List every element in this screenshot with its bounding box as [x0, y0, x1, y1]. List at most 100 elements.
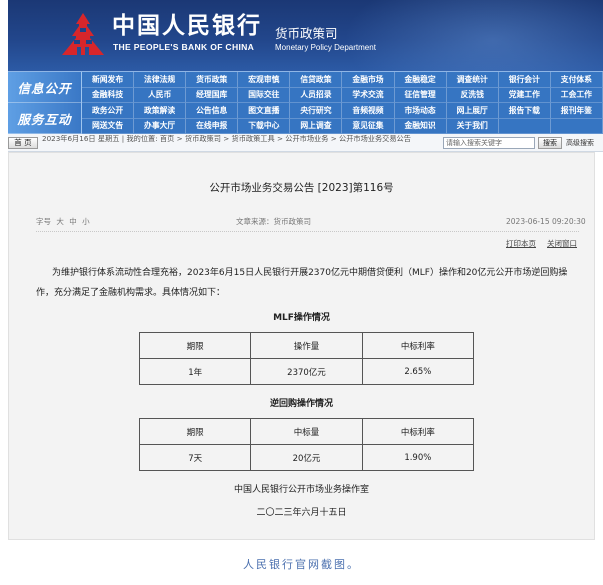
site-title-en: THE PEOPLE'S BANK OF CHINA	[113, 42, 255, 52]
image-caption: 人民银行官网截图。	[243, 558, 360, 571]
toolbar: 首 页 2023年6月16日 星期五 | 我的位置: 首页 > 货币政策司 > …	[8, 134, 603, 152]
article-panel: 公开市场业务交易公告 [2023]第116号 字号 大 中 小 文章来源：货币政…	[8, 152, 595, 540]
nav-item-trade-union[interactable]: 工会工作	[550, 87, 603, 103]
nav-item-bank-accounting[interactable]: 银行会计	[498, 72, 551, 88]
header-glow	[343, 0, 603, 71]
table-header-cell: 操作量	[250, 332, 363, 359]
advanced-search-link[interactable]: 高级搜索	[566, 138, 594, 148]
nav-empty-cell	[550, 118, 603, 134]
current-date: 2023年6月16日 星期五	[42, 135, 120, 143]
nav-item-government-affairs[interactable]: 政务公开	[82, 103, 135, 119]
article-signature: 中国人民银行公开市场业务操作室	[233, 485, 369, 495]
article-tools: 打印本页 关闭窗口	[506, 239, 577, 249]
nav-item-service-hall[interactable]: 办事大厅	[134, 118, 187, 134]
breadcrumb-item-open-market-announcements[interactable]: 公开市场业务交易公告	[339, 135, 411, 143]
breadcrumb-item-open-market[interactable]: 公开市场业务	[285, 135, 328, 143]
nav-item-credit-policy[interactable]: 信贷政策	[290, 72, 343, 88]
nav-item-financial-stability[interactable]: 金融稳定	[394, 72, 447, 88]
home-button[interactable]: 首 页	[8, 137, 38, 149]
nav-item-credit-reference[interactable]: 征信管理	[394, 87, 447, 103]
nav-item-payment-system[interactable]: 支付体系	[550, 72, 603, 88]
nav-item-international-exchange[interactable]: 国际交往	[238, 87, 291, 103]
nav-item-download-center[interactable]: 下载中心	[238, 118, 291, 134]
table-header-cell: 中标利率	[361, 332, 475, 359]
nav-item-laws-regulations[interactable]: 法律法规	[134, 72, 187, 88]
article-body: 为维护银行体系流动性合理充裕，2023年6月15日人民银行开展2370亿元中期借…	[36, 268, 568, 298]
table-cell: 7天	[138, 444, 252, 471]
breadcrumb-divider: |	[121, 135, 125, 143]
pboc-emblem-icon[interactable]	[60, 12, 106, 58]
close-window-link[interactable]: 关闭窗口	[547, 239, 577, 248]
department-title-cn: 货币政策司	[275, 26, 338, 41]
page: 中国人民银行 THE PEOPLE'S BANK OF CHINA 货币政策司 …	[0, 0, 603, 585]
nav-item-report-download[interactable]: 报告下载	[498, 103, 551, 119]
table-header-row: 期限 中标量 中标利率	[138, 418, 475, 445]
nav-item-financial-market[interactable]: 金融市场	[342, 72, 395, 88]
font-size-label: 字号	[36, 217, 51, 226]
table-row: 7天 20亿元 1.90%	[138, 444, 475, 471]
table-cell: 1年	[138, 358, 252, 385]
font-size-large[interactable]: 大	[56, 217, 64, 226]
font-size-small[interactable]: 小	[82, 217, 90, 226]
article-source-label: 文章来源：	[236, 217, 274, 226]
nav-item-audio-video[interactable]: 音频视频	[342, 103, 395, 119]
nav-item-online-survey[interactable]: 网上调查	[290, 118, 343, 134]
table-cell: 20亿元	[250, 444, 363, 471]
reverse-repo-table: 期限 中标量 中标利率 7天 20亿元 1.90%	[138, 418, 475, 471]
article-title: 公开市场业务交易公告 [2023]第116号	[209, 182, 394, 194]
breadcrumb-item-policy-tools[interactable]: 货币政策工具	[232, 135, 275, 143]
nav-item-rmb[interactable]: 人民币	[134, 87, 187, 103]
nav-item-monetary-policy[interactable]: 货币政策	[186, 72, 239, 88]
nav-item-pboc-research[interactable]: 央行研究	[290, 103, 343, 119]
site-header: 中国人民银行 THE PEOPLE'S BANK OF CHINA 货币政策司 …	[8, 0, 603, 71]
table-row: 1年 2370亿元 2.65%	[138, 358, 475, 385]
reverse-repo-heading: 逆回购操作情况	[269, 399, 333, 409]
nav-item-recruitment[interactable]: 人员招录	[290, 87, 343, 103]
article-datetime: 2023-06-15 09:20:30	[506, 217, 586, 226]
print-page-link[interactable]: 打印本页	[506, 239, 536, 248]
table-cell: 2370亿元	[250, 358, 363, 385]
nav-item-policy-interpretation[interactable]: 政策解读	[134, 103, 187, 119]
nav-item-macroprudential[interactable]: 宏观审慎	[238, 72, 291, 88]
nav-item-survey-statistics[interactable]: 调查统计	[446, 72, 499, 88]
nav-item-online-notices[interactable]: 网送文告	[82, 118, 135, 134]
meta-divider	[36, 231, 579, 232]
nav-item-academic-exchange[interactable]: 学术交流	[342, 87, 395, 103]
nav-item-party-building[interactable]: 党建工作	[498, 87, 551, 103]
table-header-cell: 期限	[138, 418, 252, 445]
nav-item-anti-money-laundering[interactable]: 反洗钱	[446, 87, 499, 103]
nav-item-treasury[interactable]: 经理国库	[186, 87, 239, 103]
mlf-heading: MLF操作情况	[273, 313, 330, 323]
breadcrumb: 2023年6月16日 星期五 | 我的位置: 首页 > 货币政策司 > 货币政策…	[42, 135, 440, 152]
nav-item-about-us[interactable]: 关于我们	[446, 118, 499, 134]
nav-item-news-release[interactable]: 新闻发布	[82, 72, 135, 88]
nav-item-market-news[interactable]: 市场动态	[394, 103, 447, 119]
breadcrumb-item-home[interactable]: 首页	[160, 135, 174, 143]
breadcrumb-item-monetary-policy-dept[interactable]: 货币政策司	[185, 135, 221, 143]
nav-item-opinion-collection[interactable]: 意见征集	[342, 118, 395, 134]
breadcrumb-separator: >	[276, 135, 283, 143]
location-label: 我的位置:	[126, 135, 158, 143]
nav-item-online-exhibition[interactable]: 网上展厅	[446, 103, 499, 119]
breadcrumb-separator: >	[176, 135, 183, 143]
font-size-controls: 字号 大 中 小	[36, 217, 90, 227]
nav-grid: 新闻发布 法律法规 货币政策 宏观审慎 信贷政策 金融市场 金融稳定 调查统计 …	[82, 72, 603, 134]
article-date: 二〇二三年六月十五日	[256, 508, 347, 518]
nav-item-financial-knowledge[interactable]: 金融知识	[394, 118, 447, 134]
search-button[interactable]: 搜索	[538, 137, 562, 149]
table-header-row: 期限 操作量 中标利率	[138, 332, 475, 359]
search-input[interactable]	[443, 137, 535, 149]
nav-item-fintech[interactable]: 金融科技	[82, 87, 135, 103]
nav-item-online-filing[interactable]: 在线申报	[186, 118, 239, 134]
breadcrumb-separator: >	[330, 135, 337, 143]
nav-item-periodicals-yearbooks[interactable]: 报刊年鉴	[550, 103, 603, 119]
site-title-cn[interactable]: 中国人民银行	[112, 13, 262, 39]
nav-item-announcements[interactable]: 公告信息	[186, 103, 239, 119]
nav-item-photo-live[interactable]: 图文直播	[238, 103, 291, 119]
mlf-table: 期限 操作量 中标利率 1年 2370亿元 2.65%	[138, 332, 475, 385]
nav-empty-cell	[498, 118, 551, 134]
font-size-medium[interactable]: 中	[69, 217, 77, 226]
table-header-cell: 期限	[138, 332, 252, 359]
table-header-cell: 中标量	[250, 418, 363, 445]
table-cell: 2.65%	[361, 358, 475, 385]
